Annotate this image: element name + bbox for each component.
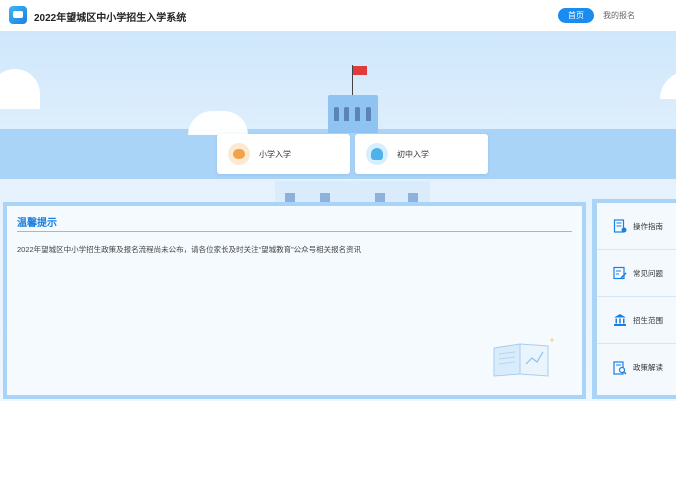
side-item-faq[interactable]: 常见问题 (597, 250, 676, 297)
notice-text: 2022年望城区中小学招生政策及报名流程尚未公布，请各位家长及时关注“望城教育”… (17, 245, 362, 254)
entry-primary-school-card[interactable]: 小学入学 (217, 134, 350, 174)
primary-school-child-icon (228, 143, 250, 165)
side-menu-list: 操作指南 常见问题 招生范围 政策解读 (597, 203, 676, 395)
nav-home-button[interactable]: 首页 (558, 8, 594, 23)
cloud-decoration (188, 111, 248, 135)
side-menu: 操作指南 常见问题 招生范围 政策解读 (592, 199, 676, 399)
open-book-illustration (493, 338, 554, 377)
guide-document-icon (613, 219, 627, 233)
entry-label: 初中入学 (397, 149, 429, 159)
notice-title: 温馨提示 (17, 218, 57, 229)
side-item-label: 操作指南 (633, 221, 663, 231)
flag-icon (353, 66, 367, 75)
cloud-decoration (0, 69, 40, 109)
school-tower-illustration (328, 95, 378, 133)
side-item-scope[interactable]: 招生范围 (597, 297, 676, 344)
app-title: 2022年望城区中小学招生入学系统 (34, 13, 187, 24)
faq-edit-icon (613, 266, 627, 280)
side-item-label: 常见问题 (633, 268, 663, 278)
side-item-label: 招生范围 (633, 315, 663, 325)
cloud-decoration (660, 71, 676, 99)
side-item-label: 政策解读 (633, 363, 663, 372)
top-header: 2022年望城区中小学招生入学系统 首页 我的报名 (0, 0, 676, 31)
entry-label: 小学入学 (259, 149, 291, 159)
bank-building-icon (614, 314, 626, 326)
side-item-policy[interactable]: 政策解读 (597, 344, 676, 391)
divider (17, 231, 572, 232)
nav-my-registration-link[interactable]: 我的报名 (603, 10, 635, 21)
notice-content: 温馨提示 2022年望城区中小学招生政策及报名流程尚未公布，请各位家长及时关注“… (7, 206, 582, 395)
middle-school-child-icon (366, 143, 388, 165)
app-logo-icon (9, 6, 27, 24)
entry-middle-school-card[interactable]: 初中入学 (355, 134, 488, 174)
notice-panel: 温馨提示 2022年望城区中小学招生政策及报名流程尚未公布，请各位家长及时关注“… (3, 202, 586, 399)
side-item-guide[interactable]: 操作指南 (597, 203, 676, 250)
policy-search-icon (613, 360, 627, 375)
